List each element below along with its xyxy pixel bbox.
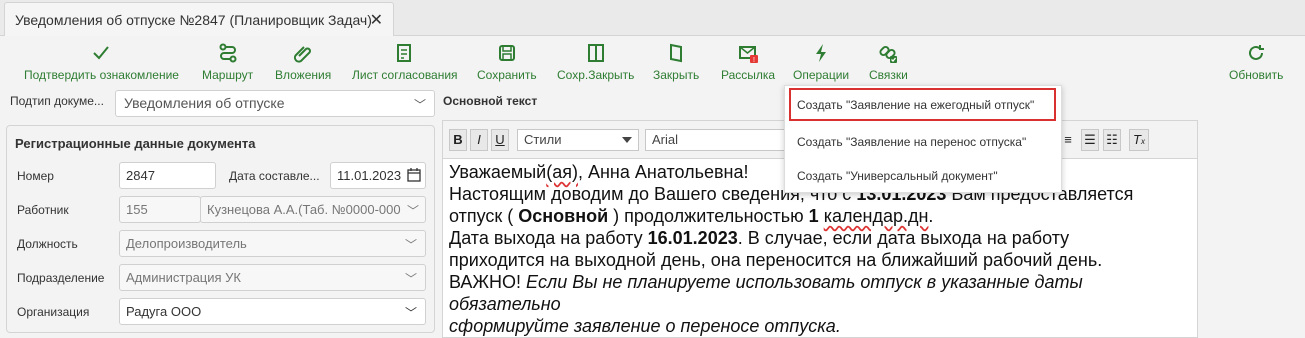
- menu-item-leave-transfer[interactable]: Создать "Заявление на перенос отпуска": [797, 135, 1026, 149]
- document-tab[interactable]: Уведомления об отпуске №2847 (Планировщи…: [4, 2, 394, 36]
- underline-button[interactable]: U: [491, 129, 509, 151]
- checkmark-icon: [93, 46, 110, 60]
- tab-title: Уведомления об отпуске №2847 (Планировщи…: [15, 11, 372, 28]
- route-icon: [219, 43, 237, 63]
- close-button[interactable]: Закрыть: [653, 40, 699, 84]
- document-form: Подтип докуме... Уведомления об отпуске …: [0, 86, 440, 338]
- text-line: ВАЖНО! Если Вы не планируете использоват…: [449, 272, 1083, 314]
- document-list-icon: [396, 44, 411, 62]
- bullet-list-icon[interactable]: ☰: [1081, 129, 1099, 151]
- chain-link-icon: [879, 45, 898, 63]
- chevron-down-icon: ﹀: [413, 98, 426, 112]
- chevron-down-icon: ﹀: [404, 306, 417, 320]
- paperclip-icon: [294, 46, 312, 63]
- close-tab-icon[interactable]: ✕: [370, 10, 383, 30]
- styles-select[interactable]: Стили: [517, 129, 639, 151]
- registration-panel: Регистрационные данные документа Номер 2…: [6, 125, 435, 333]
- italic-button[interactable]: I: [470, 129, 488, 151]
- floppy-disk-icon: [498, 45, 515, 61]
- numbered-list-icon[interactable]: ☷: [1103, 129, 1121, 151]
- text-line: сформируйте заявление о переносе отпуска…: [449, 316, 841, 336]
- tab-bar: Уведомления об отпуске №2847 (Планировщи…: [0, 0, 1305, 36]
- employee-label: Работник: [17, 203, 69, 217]
- toolbar: Подтвердить ознакомление Маршрут Вложени…: [0, 36, 1305, 86]
- organization-label: Организация: [17, 305, 90, 319]
- department-label: Подразделение: [17, 271, 105, 285]
- attachments-button[interactable]: Вложения: [275, 40, 331, 84]
- bold-button[interactable]: B: [449, 129, 467, 151]
- calendar-icon[interactable]: [407, 167, 421, 185]
- approval-sheet-button[interactable]: Лист согласования: [352, 40, 458, 84]
- employee-name-select[interactable]: Кузнецова А.А.(Таб. №0000-000 ﹀: [200, 196, 426, 223]
- lightning-icon: [816, 44, 827, 62]
- font-select[interactable]: Arial: [645, 129, 785, 151]
- chevron-down-icon: ﹀: [404, 238, 417, 252]
- menu-item-universal-document[interactable]: Создать "Универсальный документ": [797, 169, 998, 183]
- refresh-icon: [1249, 45, 1265, 60]
- department-select[interactable]: Администрация УК ﹀: [119, 264, 426, 291]
- door-icon: [670, 43, 683, 63]
- svg-text:!: !: [753, 57, 755, 64]
- save-close-button[interactable]: Сохр.Закрыть: [557, 40, 634, 84]
- date-label: Дата составле...: [229, 169, 320, 183]
- save-button[interactable]: Сохранить: [477, 40, 537, 84]
- operations-button[interactable]: Операции: [793, 40, 849, 84]
- mailing-button[interactable]: ! Рассылка: [721, 40, 775, 84]
- door-save-icon: [587, 44, 604, 62]
- subtype-label: Подтип докуме...: [10, 94, 104, 108]
- operations-menu: Создать "Заявление на ежегодный отпуск" …: [784, 85, 1062, 193]
- number-label: Номер: [17, 169, 54, 183]
- date-field[interactable]: 11.01.2023: [330, 162, 426, 189]
- main-text-title: Основной текст: [443, 94, 538, 108]
- employee-id-field[interactable]: 155: [119, 196, 201, 223]
- text-line: Дата выхода на работу 16.01.2023. В случ…: [449, 228, 1070, 248]
- chevron-down-icon: ﹀: [404, 272, 417, 286]
- chevron-down-icon: ﹀: [406, 204, 419, 218]
- refresh-button[interactable]: Обновить: [1229, 40, 1283, 84]
- menu-item-annual-leave[interactable]: Создать "Заявление на ежегодный отпуск": [797, 98, 1034, 112]
- dropdown-arrow-icon: [622, 137, 632, 143]
- position-select[interactable]: Делопроизводитель ﹀: [119, 230, 426, 257]
- text-line: отпуск ( Основной ) продолжительностью 1…: [449, 206, 934, 226]
- route-button[interactable]: Маршрут: [202, 40, 253, 84]
- organization-select[interactable]: Радуга ООО ﹀: [119, 298, 426, 325]
- envelope-icon: !: [739, 46, 759, 64]
- panel-title: Регистрационные данные документа: [15, 136, 256, 151]
- number-field[interactable]: 2847: [119, 162, 216, 189]
- clear-format-icon[interactable]: Tx: [1129, 129, 1149, 151]
- links-button[interactable]: Связки: [869, 40, 908, 84]
- position-label: Должность: [17, 237, 78, 251]
- text-line: приходится на выходной день, она перенос…: [449, 250, 1103, 270]
- subtype-select[interactable]: Уведомления об отпуске ﹀: [115, 90, 435, 117]
- confirm-button[interactable]: Подтвердить ознакомление: [24, 40, 179, 84]
